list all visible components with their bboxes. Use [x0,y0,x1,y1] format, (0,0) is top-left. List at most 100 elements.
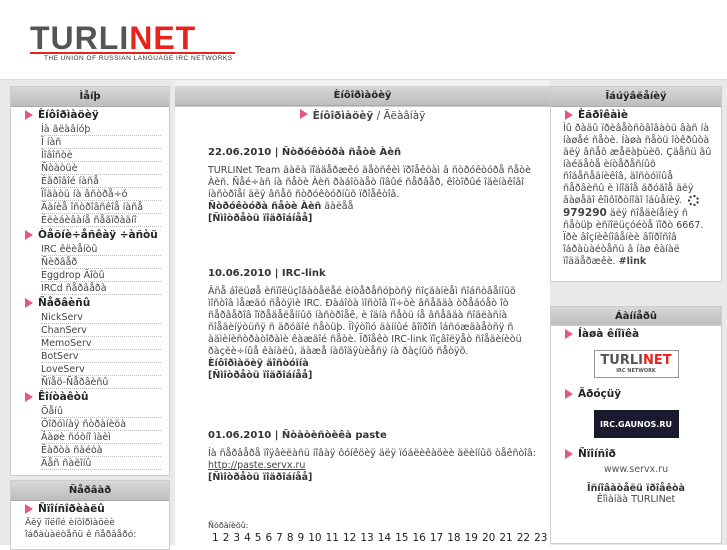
page-link[interactable]: 9 [298,532,305,544]
menu-item[interactable]: Öåíû [41,405,161,418]
menu-item[interactable]: Äåñ ñàëîíû [41,457,161,470]
news-body: Íà ñåðâåðå ïîÿâèëàñü íîâàÿ ôóíêöèÿ äëÿ ï… [208,448,536,459]
news-body: TURLINet Team äàëà ïîääåðæêó äåòñêèì ïðî… [208,165,540,201]
footer-line-b: Êîìàíäà TURLINet [551,494,721,505]
footer-line-a: Îñíîâàòåëü ïðîåêòà [551,483,721,494]
page-link[interactable]: 18 [447,532,460,544]
breadcrumb: Èíôîðìàöèÿ / Ãëàâíàÿ [175,109,550,122]
site-slogan: THE UNION OF RUSSIAN LANGUAGE IRC NETWOR… [44,55,233,62]
arrow-icon [565,449,573,459]
arrow-icon [565,329,573,339]
menu-item[interactable]: ChanServ [41,324,161,337]
channel-link[interactable]: #link [619,256,647,267]
menu-item[interactable]: Ôîðóìíàÿ ñòðàíèöà [41,418,161,431]
page-link[interactable]: 21 [499,532,512,544]
read-more-link[interactable]: [Ñìîòðåòü ïîäðîáíåå] [208,472,540,484]
menu-item[interactable]: BotServ [41,350,161,363]
announcements-title: Îáúÿâëåíèÿ [551,87,721,107]
menu-section-title: Êîíòàêòû [11,389,169,405]
page-link[interactable]: 3 [233,532,240,544]
page-link[interactable]: 11 [326,532,339,544]
menu-item[interactable]: Ïîäàòü íà âñòðå÷ó [41,188,161,201]
page-link[interactable]: 10 [308,532,321,544]
page-link[interactable]: 22 [517,532,530,544]
arrow-icon [25,110,33,120]
menu-section-title: Èíôîðìàöèÿ [11,107,169,123]
banner-b-title: Äðóçüÿ [551,386,721,402]
menu-item[interactable]: Èãðîâîé íàñå [41,175,161,188]
page-link[interactable]: 19 [465,532,478,544]
menu-item[interactable]: Íà ãëàâíóþ [41,123,161,136]
arrow-icon [25,230,33,240]
read-more-link[interactable]: [Ñìîòðåòü ïîäðîáíåå] [208,213,540,225]
menu-box: Ìåíþ ÈíôîðìàöèÿÍà ãëàâíóþÎ íàñÍîâîñòèÑòà… [10,86,170,476]
users-icon [688,195,699,206]
menu-item[interactable]: NickServ [41,311,161,324]
gaunos-banner[interactable]: IRC.GAUNOS.RU [594,410,679,438]
arrow-icon [25,392,33,402]
menu-item[interactable]: IRC êëèåíòû [41,243,161,256]
turlinet-banner[interactable]: TURLINET IRC NETWORK [594,350,679,378]
arrow-icon [25,298,33,308]
announcements-box: Îáúÿâëåíèÿ Èãðîêàìè Ìû ðàäû ïðèâåòñòâîâà… [550,86,722,282]
menu-item[interactable]: Ñïåö-Ñåðâèñû [41,376,161,389]
page-link[interactable]: 6 [265,532,272,544]
page-link[interactable]: 5 [255,532,262,544]
page-link[interactable]: 13 [360,532,373,544]
menu-section-title: Òåõíè÷åñêàÿ ÷àñòü [11,227,169,243]
menu-item[interactable]: Äàíèå îñòðîâñêîå íàñå [41,201,161,214]
news-item: 22.06.2010 | Ñòðóêòóðà ñåòè Àèñ TURLINet… [208,147,540,225]
turlinet-logo[interactable]: TURLINET [30,20,196,60]
news-item: 10.06.2010 | IRC-link Âñå áîëüøå èñïîëüç… [208,268,540,382]
sponsor-title: Ñåðâàð [11,481,169,501]
arrow-icon [565,389,573,399]
news-more-label: Èíôîðìàöèÿ äîñòóïíà [208,358,540,370]
online-count: 979290 [563,207,607,219]
page-link[interactable]: 23 [534,532,547,544]
banners-box: Áàííåðû Íàøà êíîïêà TURLINET IRC NETWORK… [550,306,722,546]
menu-item[interactable]: LoveServ [41,363,161,376]
menu-item[interactable]: Íîâîñòè [41,149,161,162]
menu-item[interactable]: MemoServ [41,337,161,350]
menu-item[interactable]: IRCd ñåðâåðà [41,282,161,295]
banners-title: Áàííåðû [550,306,722,326]
page-link[interactable]: 4 [244,532,251,544]
page-link[interactable]: 7 [276,532,283,544]
menu-item[interactable]: Âàøè ñóòíî ìàèì [41,431,161,444]
banner-c-title: Ñïîíñîð [551,446,721,462]
menu-title: Ìåíþ [11,87,169,107]
site-header: TURLINET THE UNION OF RUSSIAN LANGUAGE I… [0,0,727,80]
announcements-text: Ìû ðàäû ïðèâåòñòâîâàòü âàñ íà íàøåé ñåòè… [551,123,721,268]
page-link[interactable]: 20 [482,532,495,544]
news-body: Âñå áîëüøå èñïîëüçîâàòåëåé èíòåðåñóþòñÿ … [208,286,540,358]
page-link[interactable]: 8 [287,532,294,544]
page-link[interactable]: 17 [430,532,443,544]
logo-underline [30,52,235,54]
center-title: Èíôîðìàöèÿ [175,86,550,106]
arrow-icon [565,110,573,120]
servx-link[interactable]: www.servx.ru [551,464,721,475]
page-link[interactable]: 12 [343,532,356,544]
menu-item[interactable]: Èëèáèâàíå ñåãïðàäíî [41,214,161,227]
page-link[interactable]: 16 [412,532,425,544]
page-link[interactable]: 15 [395,532,408,544]
pagination: Ñòðàíèöû: 123456789101112131415161718192… [208,519,540,545]
menu-item[interactable]: Î íàñ [41,136,161,149]
page-link[interactable]: 14 [378,532,391,544]
breadcrumb-link[interactable]: Èíôîðìàöèÿ [313,110,374,122]
menu-item[interactable]: Ñèðâåð [41,256,161,269]
menu-item[interactable]: Ñòàòüè [41,162,161,175]
sponsor-box: Ñåðâàð Ñïîíñîðèàëû Äëÿ ïîëíîé èíôîðìàöèè… [10,480,170,550]
news-item: 01.06.2010 | Ñòàòèñòèêà paste Íà ñåðâåðå… [208,430,540,484]
arrow-icon [25,504,33,514]
page-link[interactable]: 2 [223,532,230,544]
announcements-subtitle: Èãðîêàìè [551,107,721,123]
left-column: Ìåíþ ÈíôîðìàöèÿÍà ãëàâíóþÎ íàñÍîâîñòèÑòà… [0,80,175,545]
menu-item[interactable]: Eggdrop Äîòû [41,269,161,282]
menu-item[interactable]: Ëàðòà ñàéòà [41,444,161,457]
paste-link[interactable]: http://paste.servx.ru [208,460,305,471]
read-more-link[interactable]: [Ñìîòðåòü ïîäðîáíåå] [208,370,540,382]
news-more-label: Ñòðóêòóðà ñåòè Àèñ [208,201,321,212]
page-link[interactable]: 1 [212,532,219,544]
arrow-icon [300,109,308,119]
